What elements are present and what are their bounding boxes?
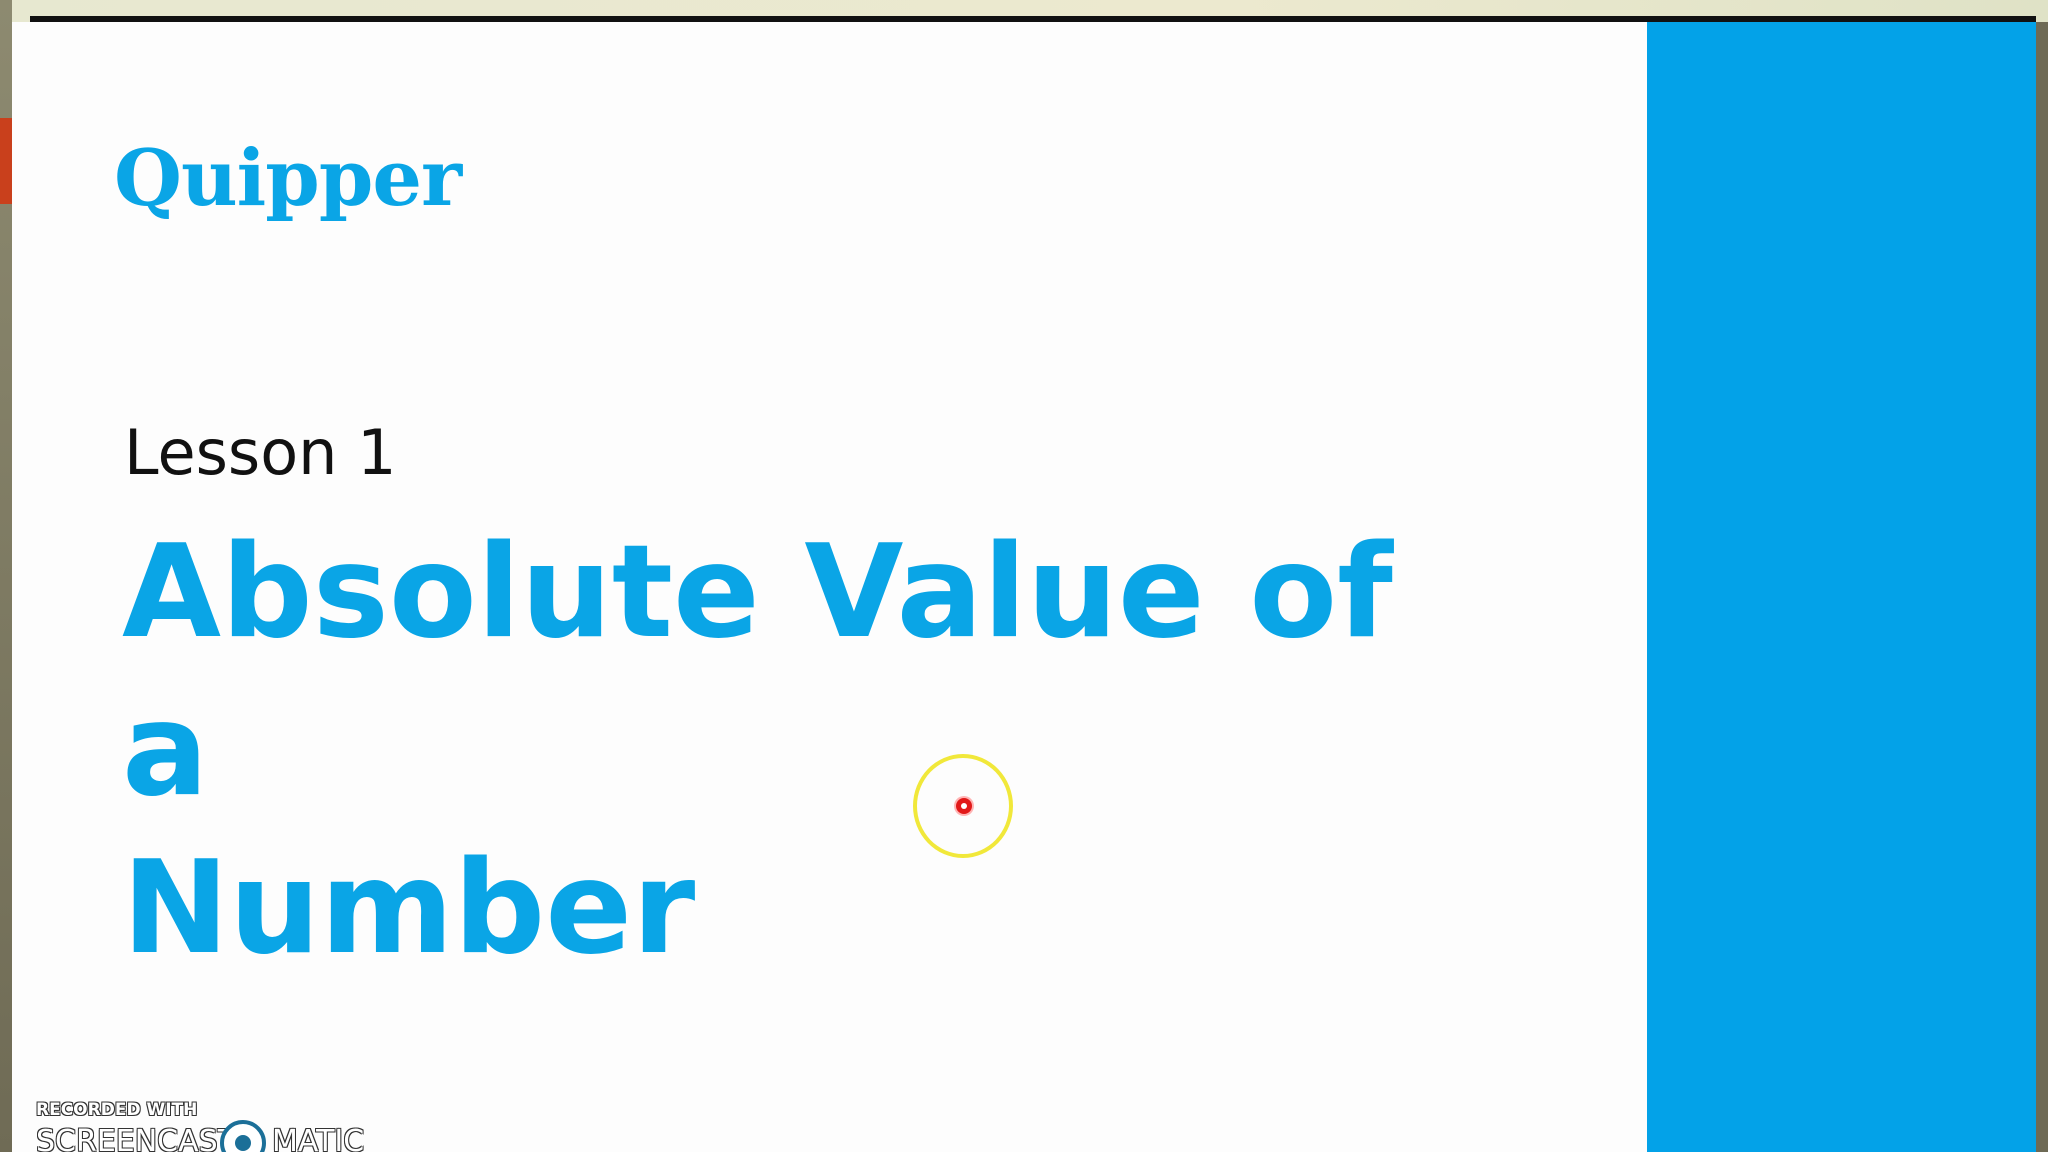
lesson-title-line-1: Absolute Value of a <box>122 518 1393 825</box>
left-accent-tab <box>0 118 12 204</box>
screencast-logo-icon <box>220 1120 266 1152</box>
screencast-watermark: RECORDED WITH SCREENCAST MATIC <box>24 1094 384 1152</box>
cursor-pointer-icon <box>956 798 972 814</box>
watermark-recorded-with: RECORDED WITH <box>36 1100 198 1120</box>
lesson-title-line-2: Number <box>122 834 696 983</box>
watermark-brand-left: SCREENCAST <box>36 1124 237 1152</box>
presentation-slide: Quipper Lesson 1 Absolute Value of a Num… <box>12 22 2036 1152</box>
watermark-brand-right: MATIC <box>272 1124 365 1152</box>
lesson-label: Lesson 1 <box>124 416 397 489</box>
quipper-logo: Quipper <box>114 133 462 224</box>
lesson-title: Absolute Value of a Number <box>122 514 1422 988</box>
slide-top-border <box>30 16 2036 22</box>
blue-side-panel <box>1647 22 2036 1152</box>
